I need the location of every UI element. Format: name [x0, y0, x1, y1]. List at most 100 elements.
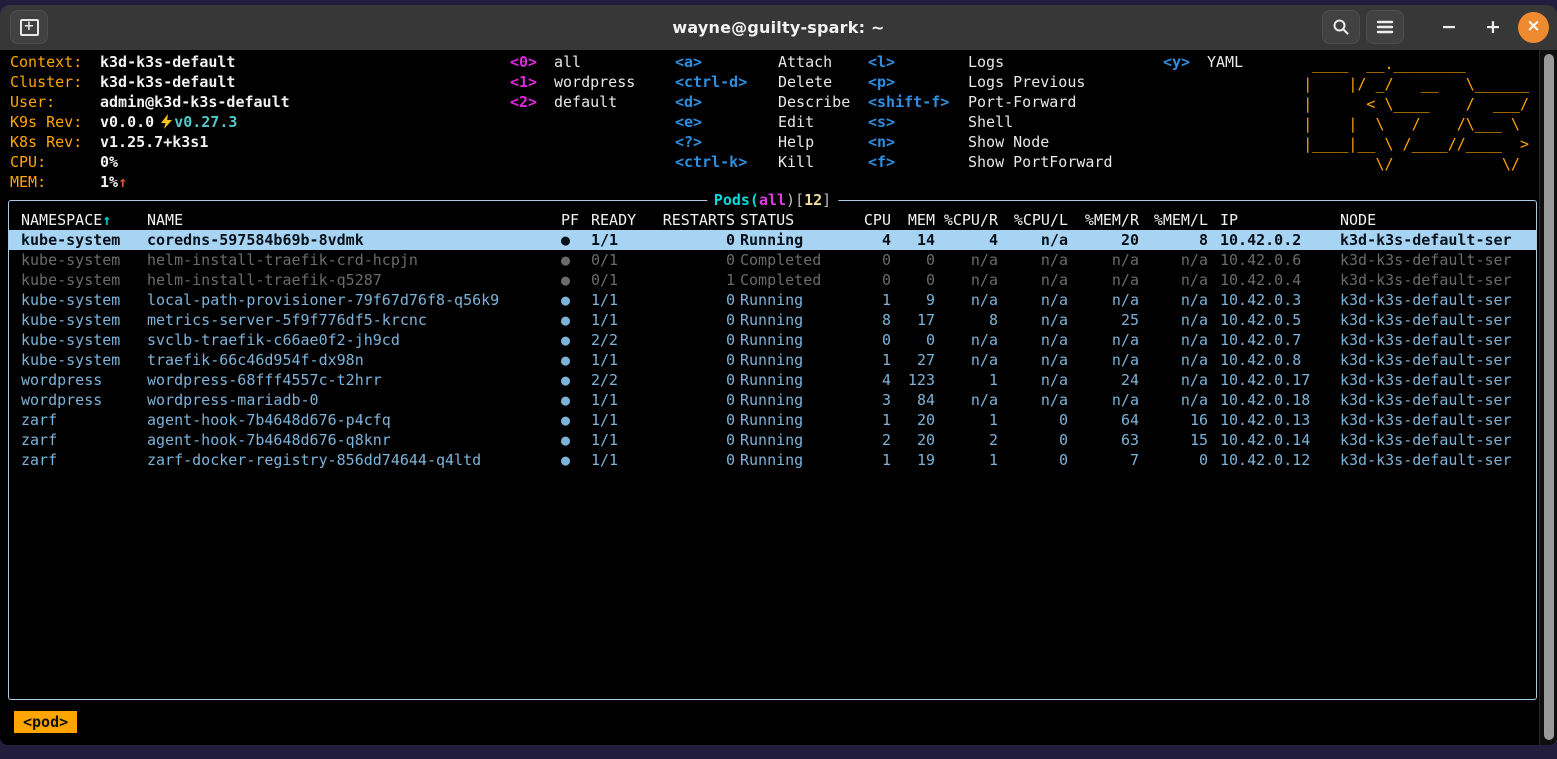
table-cell: 16 [1139, 410, 1208, 430]
table-cell: 7 [1068, 450, 1139, 470]
table-row[interactable]: wordpresswordpress-68fff4557c-t2hrr●2/20… [9, 370, 1536, 390]
table-row[interactable]: kube-systemhelm-install-traefik-crd-hcpj… [9, 250, 1536, 270]
hotkey-row: <0>all [510, 52, 635, 72]
table-cell: n/a [1139, 350, 1208, 370]
cluster-info-row: CPU:0% [10, 152, 290, 172]
menu-button[interactable] [1366, 10, 1404, 44]
table-cell: 1/1 [591, 230, 654, 250]
pf-status-dot-icon: ● [561, 450, 591, 470]
table-cell: 14 [891, 230, 935, 250]
maximize-button[interactable]: + [1474, 10, 1512, 44]
frame-title-mid: )[ [786, 191, 804, 209]
table-cell: coredns-597584b69b-8vdmk [147, 230, 561, 250]
table-cell: n/a [1139, 330, 1208, 350]
table-cell: 10.42.0.18 [1208, 390, 1326, 410]
table-cell: n/a [998, 270, 1068, 290]
cluster-info-label: MEM: [10, 172, 100, 192]
table-row[interactable]: kube-systemsvclb-traefik-c66ae0f2-jh9cd●… [9, 330, 1536, 350]
hamburger-menu-icon [1376, 20, 1394, 34]
hotkey-label: Show Node [968, 133, 1049, 151]
column-header: %CPU/R [935, 210, 998, 230]
table-cell: Running [740, 410, 851, 430]
table-cell: 10.42.0.12 [1208, 450, 1326, 470]
hotkey-label: Describe [778, 93, 850, 111]
pf-status-dot-icon: ● [561, 350, 591, 370]
table-cell: svclb-traefik-c66ae0f2-jh9cd [147, 330, 561, 350]
pf-status-dot-icon: ● [561, 370, 591, 390]
table-cell: 2 [851, 430, 891, 450]
table-cell: 17 [891, 310, 935, 330]
hotkey-key: <shift-f> [868, 92, 968, 112]
table-cell: 0 [654, 230, 740, 250]
hotkey-row: <f>Show PortForward [868, 152, 1113, 172]
table-cell: 0 [654, 410, 740, 430]
hotkey-key: <l> [868, 52, 968, 72]
table-cell: 1/1 [591, 450, 654, 470]
pf-status-dot-icon: ● [561, 290, 591, 310]
table-row[interactable]: kube-systemmetrics-server-5f9f776df5-krc… [9, 310, 1536, 330]
table-cell: n/a [1068, 290, 1139, 310]
table-cell: 84 [891, 390, 935, 410]
table-cell: k3d-k3s-default-ser [1326, 390, 1536, 410]
action-hotkeys-col3: <y>YAML [1163, 52, 1243, 72]
table-row[interactable]: zarfagent-hook-7b4648d676-q8knr●1/10Runn… [9, 430, 1536, 450]
table-cell: 8 [935, 310, 998, 330]
hotkey-key: <s> [868, 112, 968, 132]
hotkey-label: Help [778, 133, 814, 151]
table-cell: 1 [851, 410, 891, 430]
minimize-button[interactable]: − [1430, 10, 1468, 44]
cluster-info-row: User:admin@k3d-k3s-default [10, 92, 290, 112]
pods-frame: Pods(all)[12] NAMESPACE↑NAMEPFREADYRESTA… [8, 200, 1537, 700]
table-cell: 63 [1068, 430, 1139, 450]
upgrade-version: v0.27.3 [174, 113, 237, 131]
table-row[interactable]: kube-systemhelm-install-traefik-q5287●0/… [9, 270, 1536, 290]
table-cell: k3d-k3s-default-ser [1326, 310, 1536, 330]
cluster-info-row: K8s Rev:v1.25.7+k3s1 [10, 132, 290, 152]
column-header: IP [1208, 210, 1326, 230]
table-cell: 24 [1068, 370, 1139, 390]
search-button[interactable] [1322, 10, 1360, 44]
table-cell: 1/1 [591, 410, 654, 430]
table-row[interactable]: kube-systemtraefik-66c46d954f-dx98n●1/10… [9, 350, 1536, 370]
new-tab-icon: + [20, 19, 39, 36]
scrollbar-thumb[interactable] [1544, 54, 1554, 740]
table-row[interactable]: kube-systemcoredns-597584b69b-8vdmk●1/10… [9, 230, 1536, 250]
table-cell: 3 [851, 390, 891, 410]
table-row[interactable]: wordpresswordpress-mariadb-0●1/10Running… [9, 390, 1536, 410]
cluster-info-row: MEM:1%↑ [10, 172, 290, 192]
table-cell: 2/2 [591, 370, 654, 390]
table-cell: 0 [1139, 450, 1208, 470]
scrollbar-track[interactable] [1539, 50, 1557, 745]
table-cell: 0 [654, 330, 740, 350]
table-header-row: NAMESPACE↑NAMEPFREADYRESTARTSSTATUSCPUME… [9, 210, 1536, 230]
table-cell: n/a [998, 370, 1068, 390]
hotkey-label: Attach [778, 53, 832, 71]
table-cell: k3d-k3s-default-ser [1326, 370, 1536, 390]
window-titlebar: + wayne@guilty-spark: ~ − [0, 5, 1557, 50]
table-cell: 0 [851, 270, 891, 290]
table-row[interactable]: zarfagent-hook-7b4648d676-p4cfq●1/10Runn… [9, 410, 1536, 430]
table-row[interactable]: zarfzarf-docker-registry-856dd74644-q4lt… [9, 450, 1536, 470]
table-cell: k3d-k3s-default-ser [1326, 330, 1536, 350]
hotkey-label: Logs Previous [968, 73, 1085, 91]
table-cell: 0 [998, 450, 1068, 470]
table-cell: n/a [1068, 270, 1139, 290]
table-cell: wordpress-68fff4557c-t2hrr [147, 370, 561, 390]
table-cell: 1/1 [591, 350, 654, 370]
table-cell: 0 [998, 410, 1068, 430]
table-row[interactable]: kube-systemlocal-path-provisioner-79f67d… [9, 290, 1536, 310]
hotkey-row: <y>YAML [1163, 52, 1243, 72]
cluster-info-row: Context:k3d-k3s-default [10, 52, 290, 72]
table-cell: 25 [1068, 310, 1139, 330]
column-header: STATUS [740, 210, 851, 230]
hotkey-label: Kill [778, 153, 814, 171]
new-tab-button[interactable]: + [10, 10, 48, 44]
pf-status-dot-icon: ● [561, 270, 591, 290]
table-cell: wordpress [9, 390, 147, 410]
table-cell: metrics-server-5f9f776df5-krcnc [147, 310, 561, 330]
table-cell: 0 [891, 330, 935, 350]
table-cell: 9 [891, 290, 935, 310]
table-cell: zarf [9, 410, 147, 430]
table-cell: helm-install-traefik-q5287 [147, 270, 561, 290]
close-button[interactable]: × [1518, 12, 1549, 43]
